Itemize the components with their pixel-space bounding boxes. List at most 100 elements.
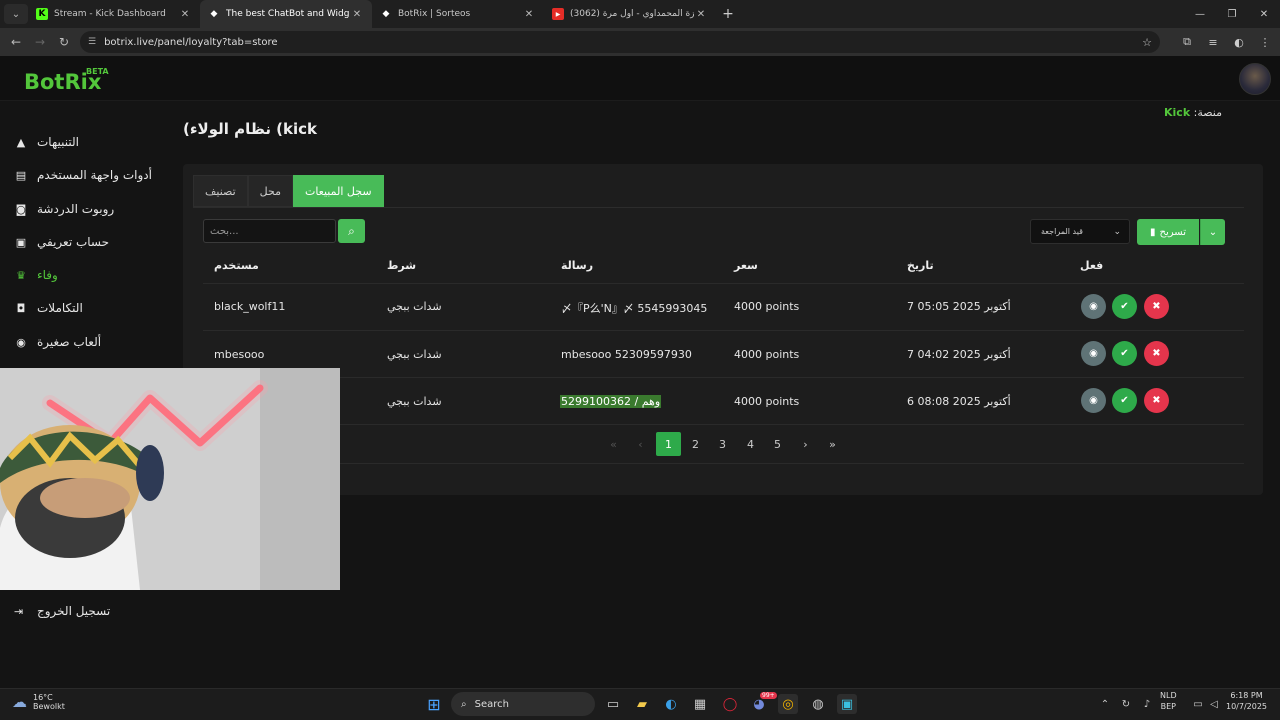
gamepad-icon: ◉ — [16, 335, 26, 349]
tab-store[interactable]: محل — [247, 175, 293, 207]
reject-button[interactable]: ✖ — [1144, 294, 1169, 319]
app-icon[interactable]: ▣ — [837, 694, 857, 714]
page-5-button[interactable]: 5 — [765, 432, 790, 456]
sidebar-item-minigames[interactable]: ◉ ألعاب صغيرة — [0, 327, 167, 357]
site-info-icon[interactable]: ☰ — [88, 37, 96, 47]
chrome-icon[interactable]: ◎ — [778, 694, 798, 714]
col-header-user: مستخدم — [214, 259, 259, 272]
reject-button[interactable]: ✖ — [1144, 341, 1169, 366]
close-tab-icon[interactable]: ✕ — [694, 9, 708, 20]
task-view-icon[interactable]: ▭ — [603, 694, 623, 714]
tab-sales-log[interactable]: سجل المبيعات — [292, 175, 384, 207]
more-menu-icon[interactable]: ⋮ — [1258, 36, 1272, 49]
lang-secondary: BEP — [1160, 702, 1176, 711]
tab-search-icon[interactable]: ⌄ — [4, 4, 28, 24]
reject-button[interactable]: ✖ — [1144, 388, 1169, 413]
user-avatar[interactable] — [1239, 63, 1271, 95]
cell-condition: شدات ببجي — [387, 300, 442, 313]
check-icon: ✔ — [1120, 395, 1129, 406]
logout-icon: ⇥ — [14, 604, 24, 618]
page-3-button[interactable]: 3 — [710, 432, 735, 456]
taskbar-search[interactable]: ⌕ Search — [451, 692, 595, 716]
close-window-icon[interactable]: ✕ — [1248, 9, 1280, 20]
back-icon[interactable]: ← — [4, 35, 28, 49]
keyboard-language[interactable]: NLD BEP — [1160, 690, 1177, 712]
restore-icon[interactable]: ❐ — [1216, 9, 1248, 20]
new-tab-icon[interactable]: + — [716, 6, 740, 22]
search-icon: ⌕ — [461, 698, 467, 710]
browser-tab-kick[interactable]: K Stream - Kick Dashboard ✕ — [28, 0, 200, 28]
bookmark-star-icon[interactable]: ☆ — [1142, 36, 1152, 49]
url-text: botrix.live/panel/loyalty?tab=store — [104, 36, 278, 48]
view-button[interactable]: ◉ — [1081, 341, 1106, 366]
mic-icon[interactable]: ♪ — [1137, 694, 1157, 714]
extensions-icon[interactable]: ⧉ — [1180, 35, 1194, 49]
approve-button[interactable]: ✔ — [1112, 294, 1137, 319]
sidebar-item-chatbot[interactable]: ◙ روبوت الدردشة — [0, 194, 167, 224]
logout-button[interactable]: ⇥ تسجيل الخروج — [14, 604, 110, 618]
sync-icon[interactable]: ↻ — [1116, 694, 1136, 714]
close-tab-icon[interactable]: ✕ — [350, 9, 364, 20]
tab-title: Stream - Kick Dashboard — [54, 9, 166, 19]
page-2-button[interactable]: 2 — [683, 432, 708, 456]
status-filter-select[interactable]: قيد المراجعة ⌄ — [1030, 219, 1130, 244]
first-page-button[interactable]: « — [601, 432, 626, 456]
reload-icon[interactable]: ↻ — [52, 35, 76, 49]
loyalty-tabs: تصنيف محل سجل المبيعات — [193, 175, 384, 207]
card-inner — [193, 207, 1244, 464]
opera-icon[interactable]: ◯ — [720, 694, 740, 714]
next-page-button[interactable]: › — [793, 432, 818, 456]
store-icon[interactable]: ▦ — [690, 694, 710, 714]
sidebar-item-label: روبوت الدردشة — [37, 202, 115, 216]
close-tab-icon[interactable]: ✕ — [178, 9, 192, 20]
browser-tab-sorteos[interactable]: ◆ BotRix | Sorteos ✕ — [372, 0, 544, 28]
volume-icon[interactable]: ◁ — [1204, 694, 1224, 714]
edge-icon[interactable]: ◐ — [661, 694, 681, 714]
search-input[interactable]: ...بحث — [203, 219, 336, 243]
sidebar-item-alerts[interactable]: ▲ التنبيهات — [0, 127, 167, 157]
eye-icon: ◉ — [1089, 395, 1098, 406]
system-clock[interactable]: 6:18 PM 10/7/2025 — [1226, 690, 1267, 712]
export-dropdown-button[interactable]: ⌄ — [1200, 219, 1225, 245]
sidebar-item-label: حساب تعريفي — [37, 235, 110, 249]
close-tab-icon[interactable]: ✕ — [522, 9, 536, 20]
tab-ranking[interactable]: تصنيف — [193, 175, 248, 207]
windows-start-icon[interactable]: ⊞ — [424, 694, 444, 714]
export-button[interactable]: ▮ تسريح — [1137, 219, 1199, 245]
page-4-button[interactable]: 4 — [738, 432, 763, 456]
media-icon[interactable]: ≡ — [1206, 36, 1220, 49]
platform-name: Kick — [1164, 106, 1191, 119]
page-1-button[interactable]: 1 — [656, 432, 681, 456]
cloud-icon: ☁ — [12, 693, 27, 711]
prev-page-button[interactable]: ‹ — [628, 432, 653, 456]
sidebar-item-loyalty[interactable]: ♛ وفاء — [0, 260, 167, 290]
approve-button[interactable]: ✔ — [1112, 388, 1137, 413]
profile-icon[interactable]: ◐ — [1232, 36, 1246, 49]
sidebar-item-widgets[interactable]: ▤ أدوات واجهة المستخدم — [0, 160, 167, 190]
approve-button[interactable]: ✔ — [1112, 341, 1137, 366]
col-header-message: رسالة — [561, 259, 594, 272]
sidebar-item-label: أدوات واجهة المستخدم — [37, 168, 152, 182]
beta-badge: BETA — [86, 67, 109, 76]
minimize-icon[interactable]: — — [1184, 9, 1216, 20]
url-field[interactable]: ☰ botrix.live/panel/loyalty?tab=store ☆ — [80, 31, 1160, 53]
close-icon: ✖ — [1152, 395, 1161, 406]
weather-widget[interactable]: ☁ 16°C Bewolkt — [12, 693, 65, 711]
tray-chevron-icon[interactable]: ⌃ — [1095, 694, 1115, 714]
sidebar-item-label: ألعاب صغيرة — [37, 335, 102, 349]
weather-desc: Bewolkt — [33, 702, 65, 711]
file-explorer-icon[interactable]: ▰ — [632, 694, 652, 714]
profile-card-icon: ▣ — [15, 235, 27, 249]
view-button[interactable]: ◉ — [1081, 294, 1106, 319]
browser-tab-botrix[interactable]: ◆ The best ChatBot and Widgets ✕ — [200, 0, 372, 28]
view-button[interactable]: ◉ — [1081, 388, 1106, 413]
forward-icon[interactable]: → — [28, 35, 52, 49]
sidebar-item-profile[interactable]: ▣ حساب تعريفي — [0, 227, 167, 257]
search-button[interactable]: ⌕ — [338, 219, 365, 243]
tab-title: (3062) حمزة المحمداوي - اول مرة — [570, 9, 694, 19]
obs-icon[interactable]: ◍ — [808, 694, 828, 714]
sidebar-item-integrations[interactable]: ◘ التكاملات — [0, 293, 167, 323]
file-icon: ▮ — [1150, 226, 1156, 238]
browser-tab-youtube[interactable]: ▶ (3062) حمزة المحمداوي - اول مرة ✕ — [544, 0, 716, 28]
last-page-button[interactable]: » — [820, 432, 845, 456]
